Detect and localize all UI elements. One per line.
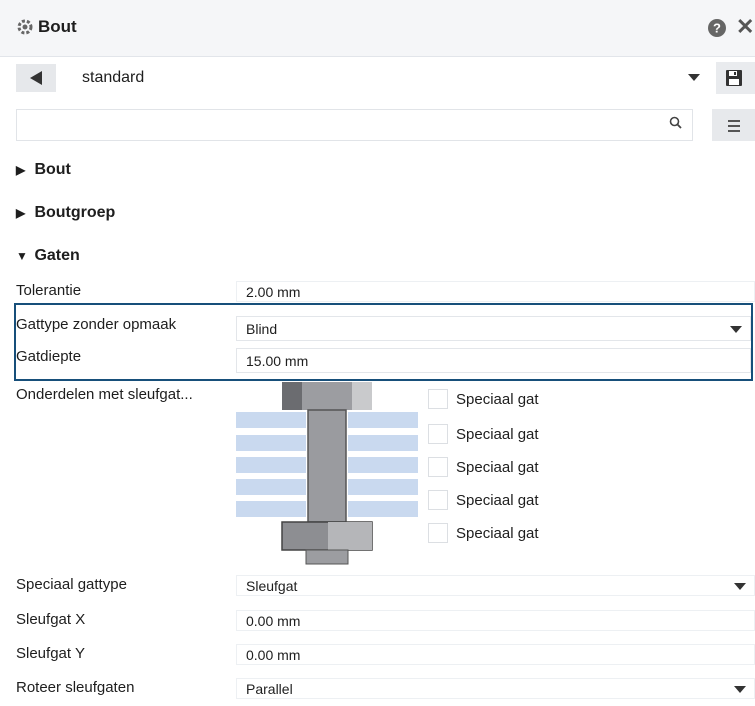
gatdiepte-label: Gatdiepte	[16, 348, 82, 365]
help-icon[interactable]: ?	[706, 17, 728, 39]
special-hole-label: Speciaal gat	[456, 524, 539, 542]
panel-title-bar	[0, 0, 755, 57]
svg-text:?: ?	[713, 21, 721, 36]
sleufgat-y-field[interactable]: 0.00 mm	[236, 644, 755, 665]
special-hole-checkbox[interactable]	[428, 457, 448, 477]
chevron-down-icon	[730, 326, 742, 333]
sleufgat-x-field[interactable]: 0.00 mm	[236, 610, 755, 631]
roteer-dropdown[interactable]: Parallel	[236, 678, 755, 699]
section-gaten[interactable]: ▼ Gaten	[16, 247, 80, 265]
bolt-diagram	[236, 382, 418, 565]
special-hole-label: Speciaal gat	[456, 491, 539, 509]
search-icon[interactable]	[668, 115, 684, 131]
section-label: Bout	[34, 161, 71, 178]
section-bout[interactable]: ▶ Bout	[16, 161, 71, 179]
chevron-down-icon	[734, 583, 746, 590]
settings-selected-value: standard	[82, 69, 145, 86]
special-hole-label: Speciaal gat	[456, 425, 539, 443]
back-button[interactable]	[16, 64, 56, 92]
close-icon[interactable]: ✕	[736, 16, 754, 38]
tolerantie-label: Tolerantie	[16, 282, 82, 299]
chevron-down-icon[interactable]	[688, 74, 700, 81]
tolerantie-value: 2.00 mm	[246, 284, 301, 300]
gatdiepte-field[interactable]: 15.00 mm	[236, 348, 751, 373]
section-label: Gaten	[34, 247, 80, 264]
section-boutgroep[interactable]: ▶ Boutgroep	[16, 204, 115, 222]
special-hole-checkbox[interactable]	[428, 523, 448, 543]
roteer-label: Roteer sleufgaten	[16, 679, 135, 696]
expand-triangle-icon: ▶	[16, 163, 26, 177]
save-icon	[726, 70, 742, 86]
speciaal-gattype-value: Sleufgat	[246, 578, 298, 594]
gatdiepte-value: 15.00 mm	[246, 353, 309, 369]
gattype-dropdown[interactable]: Blind	[236, 316, 751, 341]
special-hole-checkbox[interactable]	[428, 424, 448, 444]
section-label: Boutgroep	[34, 204, 116, 221]
special-hole-row-5[interactable]: Speciaal gat	[428, 523, 539, 543]
special-hole-row-3[interactable]: Speciaal gat	[428, 457, 539, 477]
panel-title: Bout	[38, 17, 77, 36]
gattype-label: Gattype zonder opmaak	[16, 316, 177, 333]
search-input[interactable]	[16, 109, 693, 141]
speciaal-gattype-label: Speciaal gattype	[16, 576, 127, 593]
speciaal-gattype-dropdown[interactable]: Sleufgat	[236, 575, 755, 596]
gear-icon	[17, 19, 33, 35]
gattype-value: Blind	[246, 321, 278, 337]
roteer-value: Parallel	[246, 681, 293, 697]
special-hole-row-4[interactable]: Speciaal gat	[428, 490, 539, 510]
sleufgat-y-value: 0.00 mm	[246, 647, 301, 663]
special-hole-label: Speciaal gat	[456, 458, 539, 476]
arrow-left-icon	[30, 71, 42, 85]
sleufgat-x-value: 0.00 mm	[246, 613, 301, 629]
settings-dropdown[interactable]	[62, 62, 712, 94]
onderdelen-label: Onderdelen met sleufgat...	[16, 386, 193, 403]
special-hole-row-2[interactable]: Speciaal gat	[428, 424, 539, 444]
tolerantie-field[interactable]: 2.00 mm	[236, 281, 755, 302]
special-hole-checkbox[interactable]	[428, 389, 448, 409]
save-button[interactable]	[716, 62, 755, 94]
expand-triangle-icon: ▶	[16, 206, 26, 220]
sleufgat-y-label: Sleufgat Y	[16, 645, 85, 662]
collapse-triangle-icon: ▼	[16, 249, 28, 263]
menu-icon	[728, 120, 740, 122]
special-hole-checkbox[interactable]	[428, 490, 448, 510]
special-hole-label: Speciaal gat	[456, 390, 539, 408]
sleufgat-x-label: Sleufgat X	[16, 611, 86, 628]
special-hole-row-1[interactable]: Speciaal gat	[428, 389, 539, 409]
menu-button[interactable]	[712, 109, 755, 141]
chevron-down-icon	[734, 686, 746, 693]
